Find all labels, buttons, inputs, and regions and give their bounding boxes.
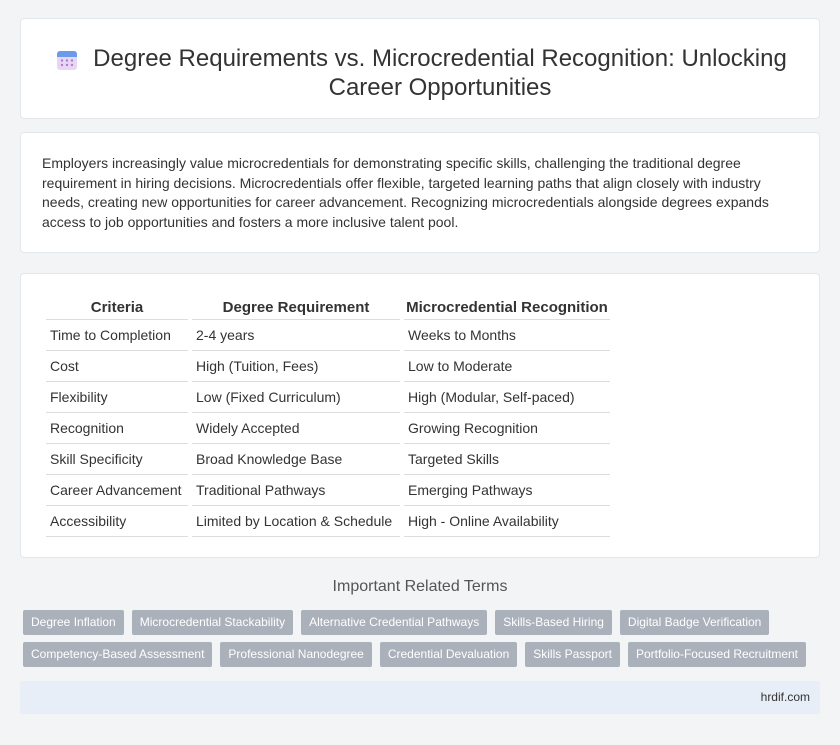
table-cell: Low to Moderate: [404, 351, 610, 382]
table-cell: Cost: [46, 351, 188, 382]
table-cell: Weeks to Months: [404, 320, 610, 351]
column-header-microcredential: Microcredential Recognition: [404, 296, 610, 320]
title-row: Degree Requirements vs. Microcredential …: [21, 44, 819, 102]
column-header-degree: Degree Requirement: [192, 296, 400, 320]
tag-degree-inflation[interactable]: Degree Inflation: [23, 610, 124, 635]
table-row: Career Advancement Traditional Pathways …: [46, 475, 610, 506]
footer: hrdif.com: [20, 681, 820, 714]
table-cell: High (Tuition, Fees): [192, 351, 400, 382]
calendar-icon: [57, 51, 77, 70]
table-cell: Career Advancement: [46, 475, 188, 506]
table-cell: High - Online Availability: [404, 506, 610, 537]
table-row: Recognition Widely Accepted Growing Reco…: [46, 413, 610, 444]
table-cell: Limited by Location & Schedule: [192, 506, 400, 537]
tag-professional-nanodegree[interactable]: Professional Nanodegree: [220, 642, 372, 667]
table-row: Flexibility Low (Fixed Curriculum) High …: [46, 382, 610, 413]
table-row: Accessibility Limited by Location & Sche…: [46, 506, 610, 537]
table-row: Cost High (Tuition, Fees) Low to Moderat…: [46, 351, 610, 382]
table-cell: 2-4 years: [192, 320, 400, 351]
page-title: Degree Requirements vs. Microcredential …: [93, 45, 787, 101]
footer-site-link[interactable]: hrdif.com: [761, 690, 810, 704]
tag-microcredential-stackability[interactable]: Microcredential Stackability: [131, 610, 294, 635]
table-cell: Emerging Pathways: [404, 475, 610, 506]
table-cell: Targeted Skills: [404, 444, 610, 475]
table-cell: Widely Accepted: [192, 413, 400, 444]
table-cell: Traditional Pathways: [192, 475, 400, 506]
table-cell: Broad Knowledge Base: [192, 444, 400, 475]
intro-card: Employers increasingly value microcreden…: [20, 132, 820, 253]
table-cell: Time to Completion: [46, 320, 188, 351]
table-cell: Recognition: [46, 413, 188, 444]
column-header-criteria: Criteria: [46, 296, 188, 320]
tag-credential-devaluation[interactable]: Credential Devaluation: [379, 642, 518, 667]
tag-row: Competency-Based Assessment Professional…: [23, 642, 823, 667]
table-cell: Skill Specificity: [46, 444, 188, 475]
tag-skills-based-hiring[interactable]: Skills-Based Hiring: [495, 610, 612, 635]
table-cell: Flexibility: [46, 382, 188, 413]
tag-skills-passport[interactable]: Skills Passport: [525, 642, 620, 667]
table-row: Skill Specificity Broad Knowledge Base T…: [46, 444, 610, 475]
table-cell: Low (Fixed Curriculum): [192, 382, 400, 413]
header-card: Degree Requirements vs. Microcredential …: [20, 18, 820, 119]
tag-alternative-credential-pathways[interactable]: Alternative Credential Pathways: [301, 610, 488, 635]
intro-paragraph: Employers increasingly value microcreden…: [42, 155, 769, 230]
related-terms-title: Important Related Terms: [332, 578, 508, 595]
tag-competency-based-assessment[interactable]: Competency-Based Assessment: [23, 642, 213, 667]
table-cell: High (Modular, Self-paced): [404, 382, 610, 413]
tag-portfolio-focused-recruitment[interactable]: Portfolio-Focused Recruitment: [627, 642, 807, 667]
table-header-row: Criteria Degree Requirement Microcredent…: [46, 296, 610, 320]
related-terms-tags: Degree Inflation Microcredential Stackab…: [23, 610, 823, 674]
comparison-card: Criteria Degree Requirement Microcredent…: [20, 273, 820, 558]
table-cell: Accessibility: [46, 506, 188, 537]
table-cell: Growing Recognition: [404, 413, 610, 444]
tag-digital-badge-verification[interactable]: Digital Badge Verification: [619, 610, 770, 635]
tag-row: Degree Inflation Microcredential Stackab…: [23, 610, 823, 635]
table-row: Time to Completion 2-4 years Weeks to Mo…: [46, 320, 610, 351]
comparison-table: Criteria Degree Requirement Microcredent…: [42, 296, 614, 537]
